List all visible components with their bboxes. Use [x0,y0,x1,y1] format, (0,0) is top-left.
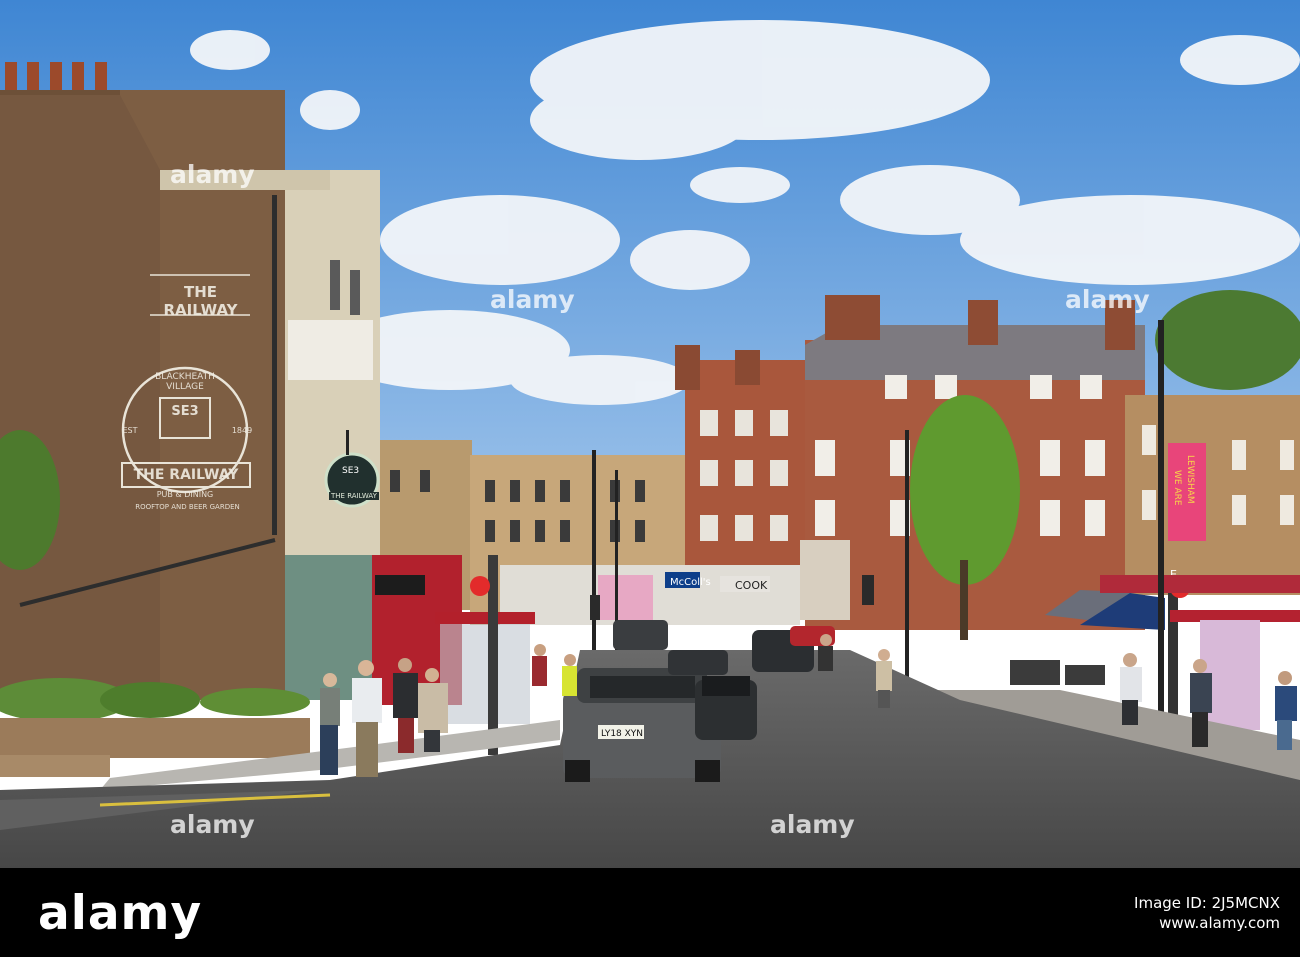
mural-name: THE RAILWAY [133,467,239,483]
mural-top-text: BLACKHEATH VILLAGE [155,372,215,392]
hedge [200,688,310,716]
street-lamp [1158,320,1164,740]
site-url: www.alamy.com [1159,914,1280,932]
number-plate: LY18 XYN [601,729,643,739]
hedge [100,682,200,718]
shop-sign-mccolls: McColl's [670,577,711,588]
alamy-logo: alamy [38,886,203,941]
tree [1155,290,1300,390]
image-id: Image ID: 2J5MCNX www.alamy.com [1134,893,1280,933]
pedestrian [562,654,577,696]
mural-code: SE3 [171,404,199,419]
image-id-line: Image ID: 2J5MCNX [1134,894,1280,912]
mural-garden: ROOFTOP AND BEER GARDEN [135,503,240,511]
pub-sign-name: THE RAILWAY [329,492,379,500]
mural-est: EST [122,426,138,435]
alamy-banner: alamy [0,868,1300,957]
pub-sign-code: SE3 [342,466,360,476]
svg-text:WE ARE: WE ARE [1172,470,1182,506]
bus-shelter [435,612,535,624]
low-wall [0,718,310,758]
distant-car [668,650,728,675]
watermark: alamy [490,285,575,314]
pedestrian [1275,671,1297,750]
watermark: alamy [770,810,855,839]
watermark: alamy [170,160,255,189]
tree [910,395,1020,585]
pedestrian [320,673,340,775]
black-mini [695,676,757,740]
distant-car [613,620,668,650]
street-photo: McColl's COOK WE ARE LEWISHAM E LY18 XYN [0,0,1300,868]
watermark: alamy [1065,285,1150,314]
pedestrian [876,649,892,708]
traffic-light [862,575,874,605]
shop-sign-cook: COOK [735,579,768,592]
street-lamp [905,430,909,680]
watermark: alamy [170,810,255,839]
mural-year: 1849 [231,426,253,435]
pedestrian [818,634,833,671]
pedestrian [532,644,547,686]
svg-text:LEWISHAM: LEWISHAM [1185,455,1195,504]
mural-sub: PUB & DINING [156,490,214,499]
mural-railway-top: THE RAILWAY [163,283,238,319]
